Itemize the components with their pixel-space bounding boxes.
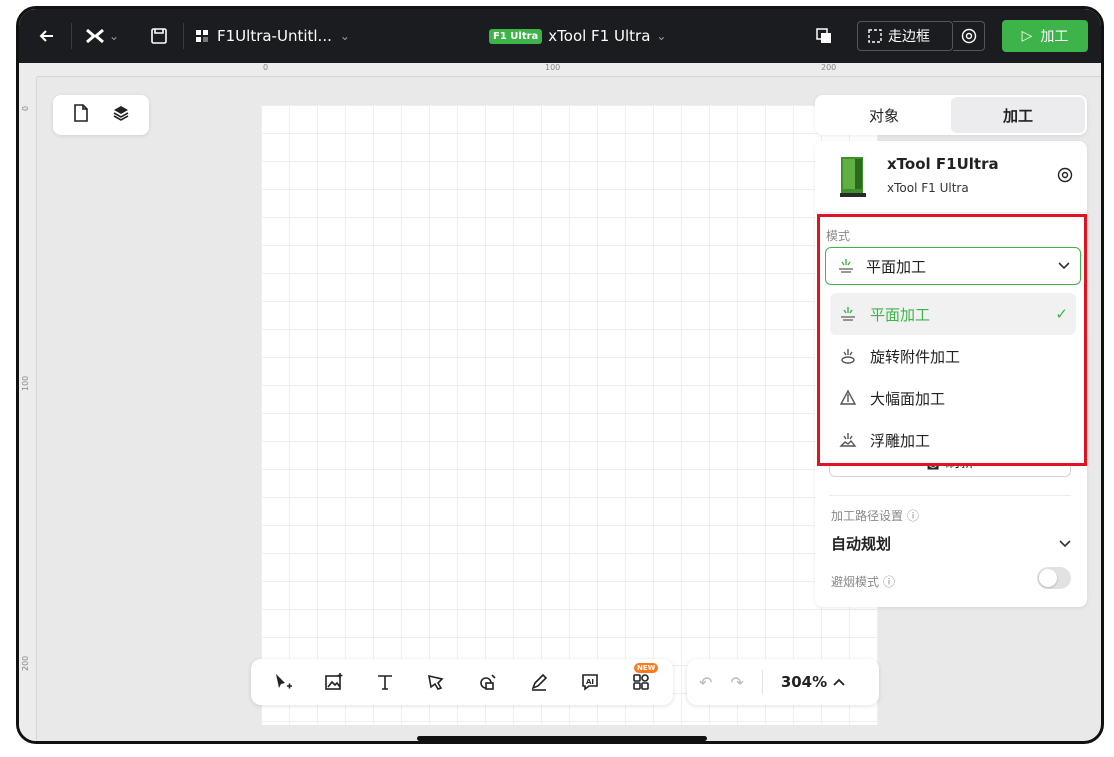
ruler-corner xyxy=(19,63,37,77)
large-format-icon xyxy=(839,389,857,405)
process-button-label: 加工 xyxy=(1040,29,1069,45)
xtool-logo-icon xyxy=(85,28,104,44)
frame-icon xyxy=(868,29,882,43)
back-icon[interactable] xyxy=(29,9,65,63)
path-setting-label: 加工路径设置 ⓘ xyxy=(831,507,920,524)
mode-selected-value: 平面加工 xyxy=(866,257,927,276)
undo-icon[interactable]: ↶ xyxy=(699,673,712,692)
chevron-down-icon: ⌄ xyxy=(656,29,667,43)
document-title-text: F1Ultra-Untitl... xyxy=(217,27,332,45)
relief-process-icon xyxy=(839,433,857,447)
ruler-label: 100 xyxy=(21,375,30,391)
text-tool-icon[interactable] xyxy=(368,665,402,699)
draw-tool-icon[interactable] xyxy=(522,665,556,699)
device-settings-icon[interactable] xyxy=(1057,167,1073,187)
panel-tabs: 对象 加工 xyxy=(815,95,1087,135)
layers-icon[interactable] xyxy=(112,104,130,126)
top-bar: ⌄ F1Ultra-Untitl... ⌄ F1 Ultra xTool F1 … xyxy=(19,9,1101,63)
device-selector[interactable]: F1 Ultra xTool F1 Ultra ⌄ xyxy=(489,9,666,63)
path-setting-select[interactable]: 自动规划 xyxy=(831,533,1071,554)
flat-process-icon xyxy=(841,307,855,321)
frame-button[interactable]: 走边框 xyxy=(857,21,953,51)
page-icon[interactable] xyxy=(73,104,89,126)
ruler-label: 200 xyxy=(821,63,837,72)
apps-tool-icon[interactable]: NEW xyxy=(624,663,659,699)
mode-option-list: 平面加工 ✓ 旋转附件加工 大幅面加工 浮雕加工 xyxy=(830,293,1076,461)
canvas-side-tools xyxy=(53,95,149,135)
new-badge: NEW xyxy=(634,663,659,673)
mode-label: 模式 xyxy=(826,229,851,243)
shape-tool-icon[interactable] xyxy=(471,665,505,699)
chevron-down-icon: ⌄ xyxy=(108,29,120,43)
image-tool-icon[interactable] xyxy=(317,665,351,699)
history-zoom-bar: ↶ ↷ 304% xyxy=(687,659,879,705)
mode-option-large-format[interactable]: 大幅面加工 xyxy=(830,377,1076,419)
tab-process[interactable]: 加工 xyxy=(951,97,1085,133)
smoke-mode-label: 避烟模式 ⓘ xyxy=(831,573,896,590)
chevron-down-icon xyxy=(1058,262,1070,270)
flat-process-icon xyxy=(839,259,853,273)
mode-option-rotary[interactable]: 旋转附件加工 xyxy=(830,335,1076,377)
ruler-label: 200 xyxy=(21,655,30,671)
ai-tool-icon[interactable]: AI xyxy=(573,665,607,699)
svg-text:AI: AI xyxy=(586,678,594,686)
frame-button-label: 走边框 xyxy=(888,29,930,45)
info-icon[interactable]: ⓘ xyxy=(883,573,895,590)
pen-tool-icon[interactable] xyxy=(419,665,453,699)
chevron-up-icon xyxy=(833,678,845,686)
mode-select[interactable]: 平面加工 xyxy=(825,247,1081,285)
device-card: xTool F1Ultra xTool F1 Ultra xyxy=(815,141,1087,213)
ruler-label: 100 xyxy=(545,63,561,72)
process-button[interactable]: ▷ 加工 xyxy=(1002,20,1088,52)
device-name: xTool F1 Ultra xyxy=(548,27,651,45)
mode-dropdown-highlight: 模式 平面加工 平面加工 ✓ 旋转附件加工 大幅面加工 浮雕加工 xyxy=(817,214,1087,466)
redo-icon[interactable]: ↷ xyxy=(730,673,743,692)
document-title[interactable]: F1Ultra-Untitl... ⌄ xyxy=(195,9,350,63)
select-tool-icon[interactable] xyxy=(266,665,300,699)
mode-option-flat[interactable]: 平面加工 ✓ xyxy=(830,293,1076,335)
frame-settings-icon[interactable] xyxy=(953,21,985,51)
app-window: ⌄ F1Ultra-Untitl... ⌄ F1 Ultra xTool F1 … xyxy=(16,6,1104,744)
xtool-logo-menu[interactable]: ⌄ xyxy=(79,9,125,63)
info-icon[interactable]: ⓘ xyxy=(907,507,919,524)
tab-object[interactable]: 对象 xyxy=(817,97,951,133)
vertical-ruler: 0 100 200 xyxy=(19,77,37,741)
zoom-value: 304% xyxy=(780,673,828,691)
device-card-title: xTool F1Ultra xyxy=(887,155,999,173)
save-icon[interactable] xyxy=(141,9,177,63)
device-image xyxy=(840,157,866,197)
horizontal-ruler: 0 100 200 xyxy=(37,63,1101,77)
mode-option-relief[interactable]: 浮雕加工 xyxy=(830,419,1076,461)
chevron-down-icon xyxy=(1059,539,1071,547)
home-indicator xyxy=(417,736,707,741)
rotary-process-icon xyxy=(841,349,855,364)
smoke-mode-toggle[interactable] xyxy=(1037,567,1071,589)
path-setting-value: 自动规划 xyxy=(831,535,892,553)
project-icon xyxy=(196,30,208,42)
ruler-label: 0 xyxy=(21,105,30,111)
bottom-toolbar: AI NEW xyxy=(251,659,673,705)
ruler-label: 0 xyxy=(263,63,269,72)
device-badge: F1 Ultra xyxy=(489,28,543,44)
device-card-subtitle: xTool F1 Ultra xyxy=(887,181,969,195)
play-icon: ▷ xyxy=(1021,28,1033,44)
zoom-control[interactable]: 304% xyxy=(781,673,845,691)
material-library-icon[interactable] xyxy=(809,9,839,63)
canvas-workarea[interactable] xyxy=(261,105,878,725)
checkmark-icon: ✓ xyxy=(1055,305,1068,323)
chevron-down-icon: ⌄ xyxy=(339,29,350,43)
